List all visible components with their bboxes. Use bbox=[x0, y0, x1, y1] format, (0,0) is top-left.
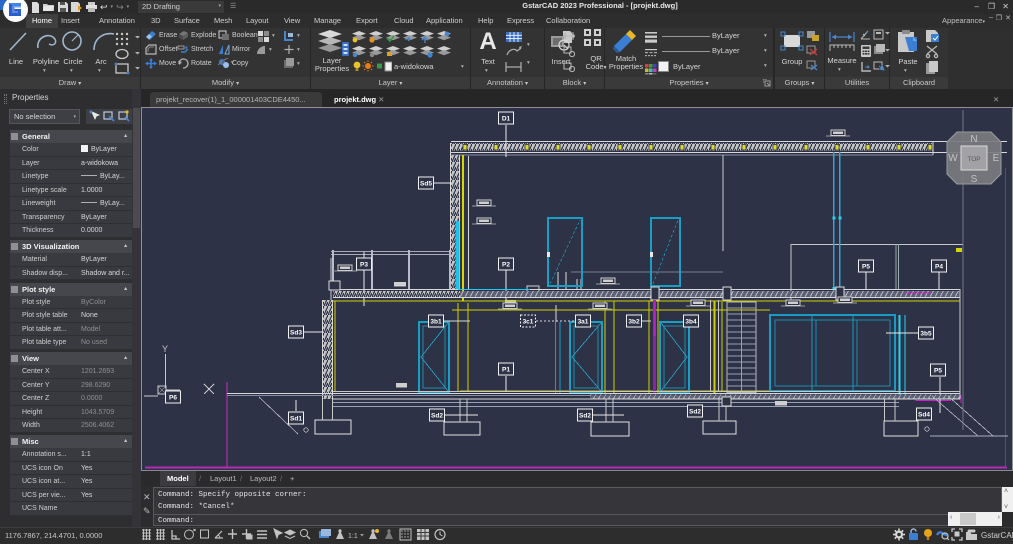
svg-text:W: W bbox=[948, 153, 958, 164]
svg-text:3c1: 3c1 bbox=[523, 319, 534, 326]
svg-text:1:1: 1:1 bbox=[348, 533, 358, 540]
svg-text:Sd4: Sd4 bbox=[918, 412, 930, 419]
svg-text:Sd2: Sd2 bbox=[579, 413, 591, 420]
svg-text:Sd2: Sd2 bbox=[689, 409, 701, 416]
svg-text:P5: P5 bbox=[862, 264, 870, 271]
svg-text:P6: P6 bbox=[169, 395, 177, 402]
svg-text:3b1: 3b1 bbox=[430, 319, 442, 326]
svg-text:TOP: TOP bbox=[967, 156, 980, 163]
svg-text:Sd1: Sd1 bbox=[290, 416, 302, 423]
svg-text:Sd5: Sd5 bbox=[420, 181, 432, 188]
svg-text:S: S bbox=[971, 174, 978, 185]
svg-text:P1: P1 bbox=[502, 367, 510, 374]
svg-text:3b4: 3b4 bbox=[685, 319, 697, 326]
svg-text:3a1: 3a1 bbox=[578, 319, 589, 326]
svg-text:D1: D1 bbox=[502, 116, 511, 123]
svg-text:3b2: 3b2 bbox=[628, 319, 640, 326]
svg-text:P5: P5 bbox=[934, 368, 942, 375]
svg-text:E: E bbox=[993, 153, 1000, 164]
svg-text:Sd2: Sd2 bbox=[431, 413, 443, 420]
svg-text:P2: P2 bbox=[502, 262, 510, 269]
svg-text:P3: P3 bbox=[360, 262, 368, 269]
svg-text:Sd3: Sd3 bbox=[290, 330, 302, 337]
svg-text:N: N bbox=[970, 134, 977, 145]
svg-text:P4: P4 bbox=[935, 264, 943, 271]
svg-text:Y: Y bbox=[162, 344, 168, 354]
svg-text:3b5: 3b5 bbox=[920, 331, 932, 338]
